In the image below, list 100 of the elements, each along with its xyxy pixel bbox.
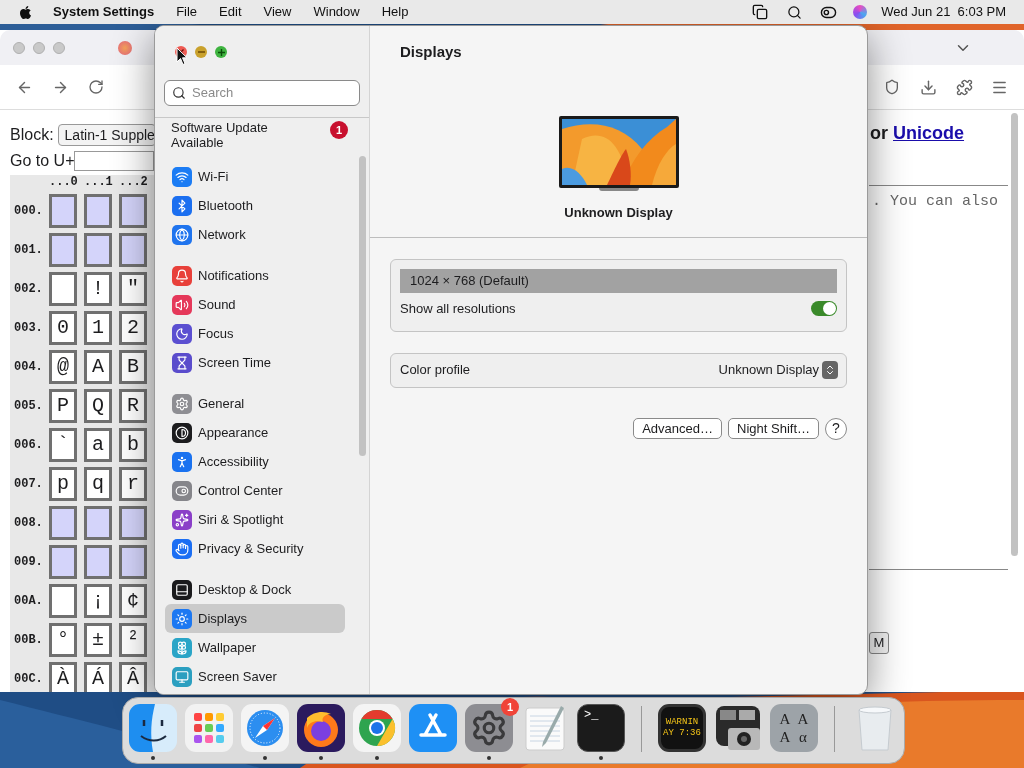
control-character-cell — [119, 545, 147, 579]
minimize-button[interactable] — [195, 46, 207, 58]
control-character-cell — [84, 233, 112, 267]
menu-item[interactable]: Edit — [219, 2, 242, 22]
row-label: 006. — [14, 437, 42, 454]
sidebar-item[interactable]: Screen Time — [165, 348, 345, 377]
row-label: 001. — [14, 242, 42, 259]
notification-badge: 1 — [501, 698, 519, 716]
sidebar-item[interactable]: Displays — [165, 604, 345, 633]
toggle-switch[interactable] — [811, 301, 837, 316]
update-notice[interactable]: Software Update Available — [171, 120, 291, 150]
sidebar-item[interactable]: Bluetooth — [165, 191, 345, 220]
option-label: Show all resolutions — [400, 299, 516, 318]
character-cell: ¢ — [119, 584, 147, 618]
character-cell: A — [84, 350, 112, 384]
push-button[interactable]: Advanced… — [633, 418, 722, 439]
row-label: 000. — [14, 203, 42, 220]
character-cell: 0 — [49, 311, 77, 345]
search-icon[interactable] — [787, 4, 803, 20]
menu-item[interactable]: File — [176, 2, 198, 22]
character-cell: a — [84, 428, 112, 462]
sidebar-item[interactable]: Network — [165, 220, 345, 249]
sidebar-item[interactable]: Notifications — [165, 261, 345, 290]
download-icon[interactable] — [920, 78, 937, 96]
sidebar-item[interactable]: Privacy & Security — [165, 534, 345, 563]
scrollbar[interactable] — [359, 156, 366, 456]
sidebar-item[interactable]: Siri & Spotlight — [165, 505, 345, 534]
screen-mirroring-icon[interactable] — [752, 4, 769, 20]
control-character-cell — [49, 233, 77, 267]
wheel-icon[interactable] — [353, 704, 401, 752]
clock[interactable]: Wed Jun 21 6:03 PM — [881, 2, 1006, 22]
heading: or — [870, 123, 889, 143]
character-cell: ` — [49, 428, 77, 462]
column-header: ...2 — [119, 176, 147, 189]
row-label: 00B. — [14, 632, 42, 649]
sidebar-item[interactable]: Sound — [165, 290, 345, 319]
app-menu[interactable]: System Settings — [53, 2, 155, 22]
row-label: 008. — [14, 515, 42, 532]
menu-item[interactable]: View — [263, 2, 292, 22]
menu-item[interactable]: Help — [381, 2, 409, 22]
push-button[interactable]: Night Shift… — [728, 418, 819, 439]
character-cell: À — [49, 662, 77, 692]
gear-icon[interactable] — [465, 704, 513, 752]
notification-badge: 1 — [330, 121, 348, 139]
character-cell: Q — [84, 389, 112, 423]
row-label: 009. — [14, 554, 42, 571]
option-label: Color profile — [400, 361, 471, 380]
menu-item[interactable]: Window — [313, 2, 360, 22]
character-cell: ¡ — [84, 584, 112, 618]
goto-label: Go to U+ — [10, 151, 75, 171]
camera-icon[interactable] — [714, 704, 762, 752]
apple-icon[interactable] — [18, 4, 33, 20]
grid-icon[interactable] — [185, 704, 233, 752]
terminal-icon[interactable]: >_ — [577, 704, 625, 752]
monospace-text: . You can also — [872, 192, 1000, 212]
control-character-cell — [84, 506, 112, 540]
form-button[interactable]: M — [869, 631, 889, 654]
character-cell: 1 — [84, 311, 112, 345]
console-icon[interactable]: WARNIN AY 7:36 — [658, 704, 706, 752]
sidebar-item[interactable]: General — [165, 389, 345, 418]
zoom-button[interactable] — [215, 46, 227, 58]
help-button[interactable]: ? — [825, 417, 847, 440]
row-label: 00A. — [14, 593, 42, 610]
control-character-cell — [49, 545, 77, 579]
character-cell: Á — [84, 662, 112, 692]
monitor-stand — [598, 188, 639, 191]
sidebar-item[interactable]: Desktop & Dock — [165, 575, 345, 604]
orb-icon[interactable] — [853, 5, 868, 19]
control-character-cell — [119, 506, 147, 540]
stepper-icon — [822, 361, 838, 379]
sidebar-item[interactable]: Appearance — [165, 418, 345, 447]
character-cell: q — [84, 467, 112, 501]
sidebar-item[interactable]: Screen Saver — [165, 662, 345, 691]
scrollbar[interactable] — [1011, 113, 1018, 556]
control-character-cell — [84, 194, 112, 228]
face-icon[interactable] — [129, 704, 177, 752]
puzzle-icon[interactable] — [956, 78, 973, 96]
compass-icon[interactable] — [241, 704, 289, 752]
reload-icon[interactable] — [88, 79, 104, 95]
plus-icon — [217, 48, 225, 56]
character-cell: Â — [119, 662, 147, 692]
character-cell: b — [119, 428, 147, 462]
character-cell: " — [119, 272, 147, 306]
flame-globe-icon[interactable] — [297, 704, 345, 752]
popup-button[interactable]: Unknown Display — [718, 360, 838, 380]
shield-icon[interactable] — [884, 79, 900, 95]
resolution-row[interactable]: 1024 × 768 (Default) — [400, 268, 837, 293]
font-icon[interactable]: A A A α — [770, 704, 818, 752]
sidebar-item[interactable]: Accessibility — [165, 447, 345, 476]
row-label: 003. — [14, 320, 42, 337]
sidebar-item[interactable]: Focus — [165, 319, 345, 348]
search-field[interactable]: Search — [164, 80, 360, 106]
display-name: Unknown Display — [564, 204, 673, 222]
sidebar-item[interactable]: Control Center — [165, 476, 345, 505]
goto-field[interactable] — [74, 151, 155, 171]
window-title: Displays — [400, 41, 462, 62]
sidebar-item[interactable]: Wallpaper — [165, 633, 345, 662]
unicode-link[interactable]: Unicode — [893, 123, 965, 143]
block-select[interactable]: Latin-1 Supple — [57, 124, 156, 146]
sidebar-item[interactable]: Wi-Fi — [165, 162, 345, 191]
